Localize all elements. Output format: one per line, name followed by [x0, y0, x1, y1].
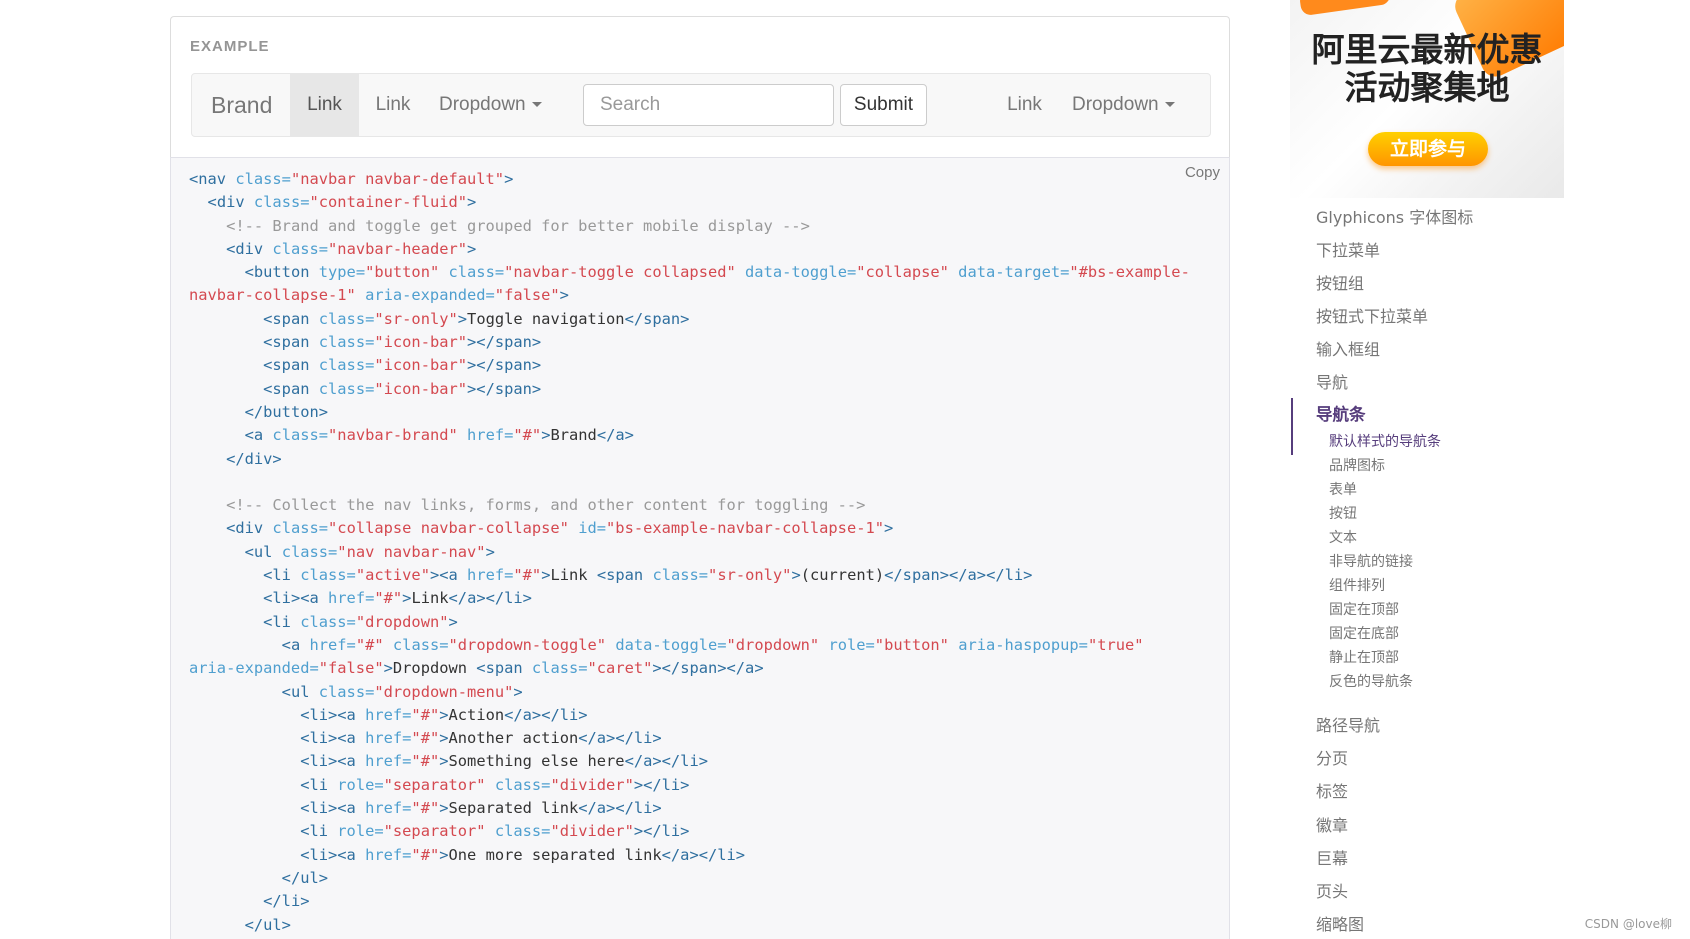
navbar-link-active[interactable]: Link — [290, 74, 359, 136]
sidebar-item-active[interactable]: 导航条 — [1316, 401, 1366, 425]
code-line: </button> — [244, 402, 329, 421]
navbar-dropdown-label: Dropdown — [1072, 94, 1159, 115]
caret-down-icon — [1164, 102, 1175, 108]
code-block: Copy <nav class="navbar navbar-default">… — [170, 157, 1230, 939]
navbar-link-right[interactable]: Link — [992, 74, 1057, 136]
sidebar-item[interactable]: 下拉菜单 — [1316, 237, 1380, 261]
sidebar-item[interactable]: 按钮式下拉菜单 — [1316, 303, 1428, 327]
ad-join-button[interactable]: 立即参与 — [1368, 132, 1488, 166]
active-indicator — [1291, 398, 1293, 455]
copy-button[interactable]: Copy — [1185, 164, 1220, 181]
sidebar-subitem[interactable]: 表单 — [1329, 479, 1357, 499]
example-label: EXAMPLE — [190, 38, 270, 55]
sidebar-item[interactable]: 徽章 — [1316, 812, 1348, 836]
sidebar-item[interactable]: 页头 — [1316, 878, 1348, 902]
code-line: <span class="sr-only">Toggle navigation<… — [263, 309, 690, 328]
code-line: <li><a href="#">Separated link</a></li> — [300, 799, 662, 818]
code-line: <a class="navbar-brand" href="#">Brand</… — [244, 426, 634, 445]
example-box: EXAMPLE Brand Link Link Dropdown Submit … — [170, 16, 1230, 157]
navbar-search-input[interactable] — [583, 84, 834, 126]
ad-title-line: 阿里云最新优惠 — [1311, 30, 1543, 69]
sidebar-item[interactable]: 路径导航 — [1316, 712, 1380, 736]
sidebar-subitem[interactable]: 反色的导航条 — [1329, 671, 1413, 691]
sidebar-subitem[interactable]: 固定在底部 — [1329, 623, 1399, 643]
ad-banner[interactable]: 阿里云最新优惠 活动聚集地 立即参与 — [1290, 0, 1564, 198]
sidebar-subitem[interactable]: 静止在顶部 — [1329, 647, 1399, 667]
code-line: aria-expanded="false">Dropdown <span cla… — [189, 659, 764, 678]
sidebar-subitem[interactable]: 品牌图标 — [1329, 455, 1385, 475]
code-line: <li><a href="#">Link</a></li> — [263, 589, 532, 608]
navbar-dropdown-left[interactable]: Dropdown — [427, 74, 557, 136]
code-line: </li> — [263, 892, 310, 911]
ad-title-line: 活动聚集地 — [1344, 68, 1510, 107]
code-line: <nav class="navbar navbar-default"> — [189, 170, 514, 188]
code-line: <li class="active"><a href="#">Link <spa… — [263, 566, 1033, 585]
sidebar-subitem[interactable]: 文本 — [1329, 527, 1357, 547]
sidebar-item[interactable]: 输入框组 — [1316, 336, 1380, 360]
code-line: <li role="separator" class="divider"></l… — [300, 775, 690, 794]
sidebar-item[interactable]: 按钮组 — [1316, 270, 1364, 294]
sidebar-item[interactable]: 导航 — [1316, 369, 1348, 393]
code-listing: <nav class="navbar navbar-default"> <div… — [189, 168, 1190, 937]
code-line: <li><a href="#">Something else here</a><… — [300, 752, 708, 771]
code-line: <ul class="nav navbar-nav"> — [244, 542, 495, 561]
code-line: <!-- Brand and toggle get grouped for be… — [226, 216, 810, 235]
code-line: </ul> — [244, 915, 291, 934]
navbar-dropdown-label: Dropdown — [439, 94, 526, 115]
code-line: <button type="button" class="navbar-togg… — [244, 263, 1190, 282]
code-line: <li class="dropdown"> — [263, 612, 458, 631]
code-line: <li><a href="#">One more separated link<… — [300, 845, 746, 864]
example-navbar: Brand Link Link Dropdown Submit Link Dro… — [191, 73, 1211, 137]
code-line: <div class="collapse navbar-collapse" id… — [226, 519, 894, 538]
navbar-link[interactable]: Link — [359, 74, 427, 136]
code-line: <span class="icon-bar"></span> — [263, 356, 542, 375]
ad-decoration — [1298, 0, 1392, 17]
sidebar-subitem[interactable]: 非导航的链接 — [1329, 551, 1413, 571]
sidebar-item[interactable]: Glyphicons 字体图标 — [1316, 204, 1473, 228]
code-line: <div class="navbar-header"> — [226, 239, 477, 258]
code-line: <li role="separator" class="divider"></l… — [300, 822, 690, 841]
code-line: <span class="icon-bar"></span> — [263, 379, 542, 398]
navbar-dropdown-right[interactable]: Dropdown — [1057, 74, 1190, 136]
sidebar-item[interactable]: 分页 — [1316, 745, 1348, 769]
caret-down-icon — [531, 102, 542, 108]
code-line: <li><a href="#">Action</a></li> — [300, 705, 588, 724]
sidebar-subitem-active[interactable]: 默认样式的导航条 — [1329, 431, 1441, 451]
code-line: navbar-collapse-1" aria-expanded="false"… — [189, 286, 569, 305]
code-line: <ul class="dropdown-menu"> — [281, 682, 523, 701]
sidebar-subitem[interactable]: 按钮 — [1329, 503, 1357, 523]
code-line: <a href="#" class="dropdown-toggle" data… — [281, 635, 1144, 654]
sidebar-item[interactable]: 缩略图 — [1316, 911, 1364, 935]
code-line: <!-- Collect the nav links, forms, and o… — [226, 496, 866, 515]
sidebar-item[interactable]: 标签 — [1316, 778, 1348, 802]
navbar-submit-button[interactable]: Submit — [840, 84, 927, 126]
sidebar-subitem[interactable]: 组件排列 — [1329, 575, 1385, 595]
code-line: </ul> — [281, 868, 329, 887]
code-line: </div> — [226, 449, 282, 468]
sidebar-subitem[interactable]: 固定在顶部 — [1329, 599, 1399, 619]
sidebar-item[interactable]: 巨幕 — [1316, 845, 1348, 869]
watermark: CSDN @love柳 — [1584, 917, 1672, 931]
code-line: <span class="icon-bar"></span> — [263, 333, 542, 352]
code-line: <li><a href="#">Another action</a></li> — [300, 729, 662, 748]
navbar-brand[interactable]: Brand — [192, 74, 291, 136]
code-line: <div class="container-fluid"> — [207, 193, 477, 212]
